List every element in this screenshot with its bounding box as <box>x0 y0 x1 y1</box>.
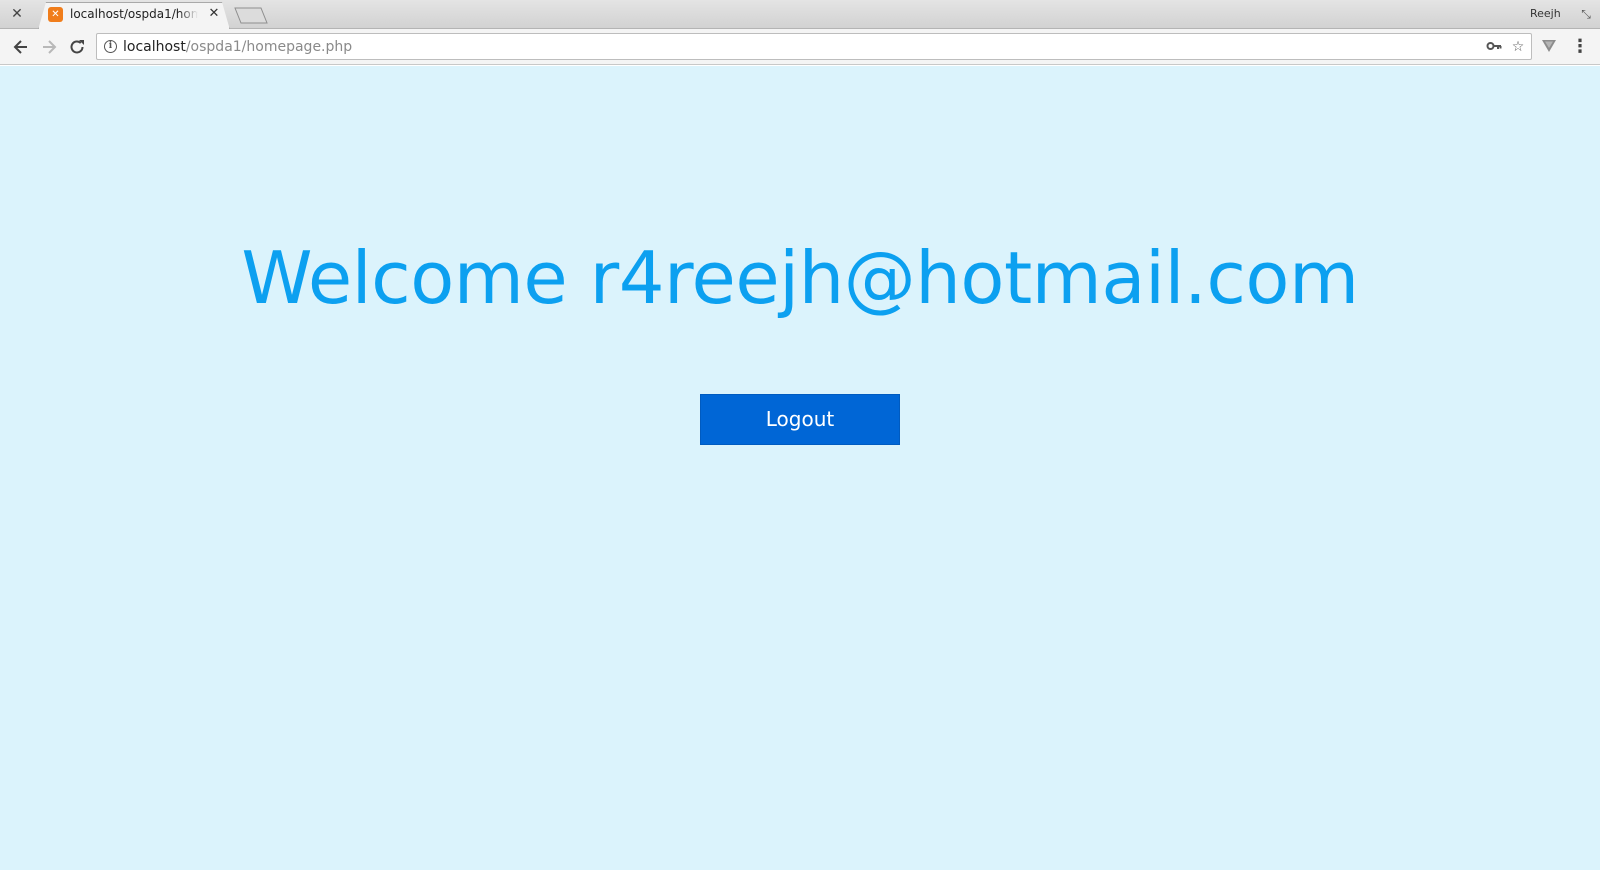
logout-button[interactable]: Logout <box>700 394 900 445</box>
vimium-extension-icon[interactable] <box>1541 38 1557 54</box>
back-arrow-icon[interactable] <box>11 37 31 57</box>
new-tab-button[interactable] <box>234 7 268 24</box>
info-icon[interactable]: i <box>104 40 117 53</box>
browser-tab-content[interactable]: ✕ localhost/ospda1/homepage.php ✕ <box>48 4 226 28</box>
restore-icon[interactable]: ⤡ <box>1579 7 1593 21</box>
welcome-heading: Welcome r4reejh@hotmail.com <box>241 236 1359 320</box>
tab-title: localhost/ospda1/homepage.php <box>70 7 198 21</box>
kebab-menu-icon[interactable]: ⋮ <box>1571 37 1589 57</box>
url-host: localhost <box>123 39 186 55</box>
profile-name[interactable]: Reejh <box>1530 7 1561 23</box>
tab-close-icon[interactable]: ✕ <box>206 6 222 22</box>
browser-toolbar: i localhost/ospda1/homepage.php ☆ ⋮ <box>0 29 1600 65</box>
star-icon[interactable]: ☆ <box>1509 38 1527 56</box>
xampp-favicon-icon: ✕ <box>48 7 63 22</box>
window-close-icon[interactable]: ✕ <box>8 5 26 23</box>
address-bar[interactable]: i localhost/ospda1/homepage.php ☆ <box>96 33 1532 60</box>
reload-icon[interactable] <box>67 37 87 57</box>
key-icon[interactable] <box>1485 38 1503 56</box>
page-content: Welcome r4reejh@hotmail.com Logout <box>0 66 1600 870</box>
tab-strip: ✕ ✕ localhost/ospda1/homepage.php ✕ Reej… <box>0 0 1600 29</box>
url-text[interactable]: localhost/ospda1/homepage.php <box>123 39 352 56</box>
url-path: /ospda1/homepage.php <box>185 39 353 55</box>
forward-arrow-icon[interactable] <box>39 37 59 57</box>
